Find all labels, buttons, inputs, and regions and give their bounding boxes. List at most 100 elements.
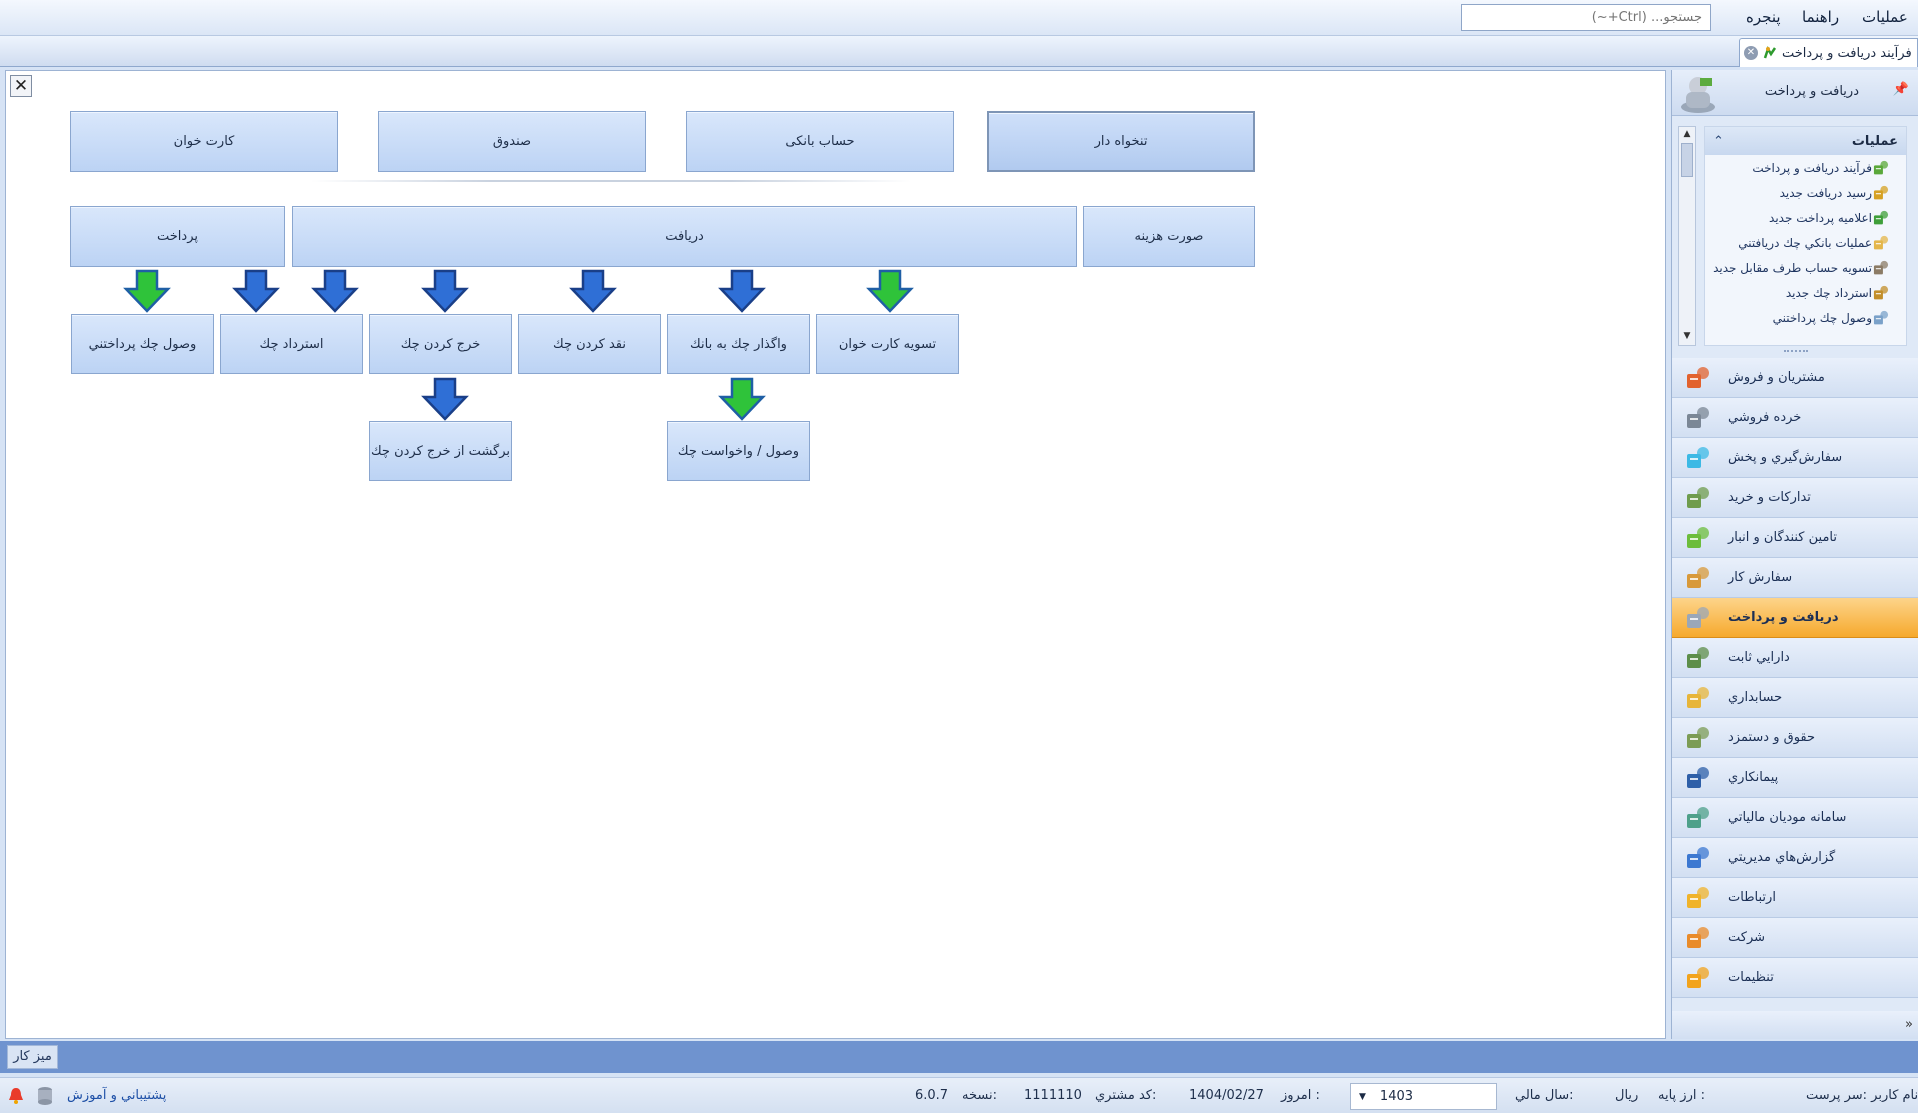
bank-account-button[interactable]: حساب بانکی <box>686 111 954 172</box>
bell-icon[interactable] <box>6 1086 26 1106</box>
nav-item-label: گزارش‌هاي مدیریتي <box>1728 850 1836 865</box>
today-value: 1404/02/27 <box>1189 1088 1264 1103</box>
settlement-icon <box>1873 260 1889 274</box>
nav-item[interactable]: دارایي ثابت <box>1672 638 1918 678</box>
search-input[interactable] <box>1461 4 1711 31</box>
menu-help[interactable]: راهنما <box>1802 8 1839 26</box>
operations-box: ⌃ عملیات فرآیند دریافت و پرداخت رسید دری… <box>1704 126 1907 346</box>
spend-return-cheque-button[interactable]: برگشت از خرج کردن چك <box>369 421 512 481</box>
scroll-down-icon[interactable]: ▼ <box>1681 331 1693 343</box>
cash-cheque-button[interactable]: نقد کردن چك <box>518 314 661 374</box>
operations-item-label: عملیات بانکي چك دریافتني <box>1738 235 1872 250</box>
nav-item[interactable]: سامانه مودیان مالیاتي <box>1672 798 1918 838</box>
cash-box-button[interactable]: صندوق <box>378 111 646 172</box>
nav-item[interactable]: پیمانکاري <box>1672 758 1918 798</box>
collapse-up-icon[interactable]: ⌃ <box>1713 134 1724 149</box>
dropdown-caret-icon[interactable]: ▼ <box>1359 1092 1366 1102</box>
process-canvas: ✕ تنخواه دار حساب بانکی صندوق کارت خوان … <box>5 70 1666 1039</box>
nav-item-label: سفارش کار <box>1728 570 1793 585</box>
desk-tab[interactable]: میز کار <box>7 1045 58 1069</box>
nav-item[interactable]: مشتریان و فروش <box>1672 358 1918 398</box>
return-cheque-button[interactable]: استرداد چك <box>220 314 363 374</box>
fiscal-year-value: 1403 <box>1379 1089 1414 1104</box>
collect-protest-cheque-button[interactable]: وصول / واخواست چك <box>667 421 810 481</box>
nav-item[interactable]: سفارش‌گیري و پخش <box>1672 438 1918 478</box>
down-arrow-blue-icon <box>421 377 469 421</box>
settings-icon <box>1687 967 1709 988</box>
tab-receive-pay-process[interactable]: ✕ فرآیند دریافت و پرداخت <box>1739 38 1918 67</box>
operations-item-label: فرآیند دریافت و پرداخت <box>1752 160 1872 175</box>
nav-item-label: سفارش‌گیري و پخش <box>1728 450 1843 465</box>
base-currency-label: ارز پایه : <box>1658 1088 1705 1103</box>
scroll-thumb[interactable] <box>1681 143 1693 177</box>
chevron-double-down-icon[interactable]: » <box>1905 1017 1913 1032</box>
nav-item[interactable]: ارتباطات <box>1672 878 1918 918</box>
menu-window[interactable]: پنجره <box>1746 8 1781 26</box>
nav-item-label: پیمانکاري <box>1728 770 1779 785</box>
module-list: مشتریان و فروش خرده فروشي سفارش‌گیري و پ… <box>1672 358 1918 998</box>
nav-item[interactable]: سفارش کار <box>1672 558 1918 598</box>
nav-item[interactable]: تدارکات و خرید <box>1672 478 1918 518</box>
receive-paid-cheque-button[interactable]: وصول چك پرداختني <box>71 314 214 374</box>
pin-icon[interactable]: 📌 <box>1893 82 1909 97</box>
card-reader-settle-button[interactable]: تسویه کارت خوان <box>816 314 959 374</box>
nav-item-label: دریافت و پرداخت <box>1728 610 1839 625</box>
panel-header: دریافت و پرداخت 📌 <box>1672 70 1918 116</box>
operations-item-label: استرداد چك جدید <box>1785 285 1872 300</box>
operations-item[interactable]: رسید دریافت جدید <box>1705 180 1906 205</box>
operations-item-label: اعلامیه پرداخت جدید <box>1769 210 1872 225</box>
splitter-grip[interactable] <box>1784 350 1808 354</box>
fiscal-year-select[interactable]: ▼ 1403 <box>1350 1083 1497 1110</box>
operations-item-label: تسویه حساب طرف مقابل جدید <box>1713 260 1872 275</box>
company-icon <box>1687 927 1709 948</box>
nav-item[interactable]: حقوق و دستمزد <box>1672 718 1918 758</box>
operations-item[interactable]: وصول چك پرداختني <box>1705 305 1906 330</box>
nav-item-label: سامانه مودیان مالیاتي <box>1728 810 1847 825</box>
receive-pay-icon <box>1687 607 1709 628</box>
deposit-cheque-button[interactable]: واگذار چك به بانك <box>667 314 810 374</box>
scroll-up-icon[interactable]: ▲ <box>1681 129 1693 141</box>
close-icon[interactable]: ✕ <box>10 75 32 97</box>
expense-statement-button[interactable]: صورت هزینه <box>1083 206 1255 267</box>
nav-item[interactable]: خرده فروشي <box>1672 398 1918 438</box>
operations-item[interactable]: استرداد چك جدید <box>1705 280 1906 305</box>
petty-cash-holder-button[interactable]: تنخواه دار <box>987 111 1255 172</box>
scrollbar[interactable]: ▲ ▼ <box>1678 126 1696 346</box>
support-training-link[interactable]: پشتيباني و آموزش <box>67 1088 166 1103</box>
database-icon[interactable] <box>36 1086 54 1106</box>
card-reader-button[interactable]: کارت خوان <box>70 111 338 172</box>
nav-item[interactable]: تامین کنندگان و انبار <box>1672 518 1918 558</box>
nav-item-label: تنظیمات <box>1728 970 1774 985</box>
operations-item[interactable]: اعلامیه پرداخت جدید <box>1705 205 1906 230</box>
down-arrow-blue-icon <box>421 269 469 313</box>
today-label: امروز : <box>1281 1088 1320 1103</box>
payment-notice-icon <box>1873 210 1889 224</box>
operations-item[interactable]: عملیات بانکي چك دریافتني <box>1705 230 1906 255</box>
nav-item[interactable]: تنظیمات <box>1672 958 1918 998</box>
menu-bar: عملیات راهنما پنجره <box>0 0 1918 36</box>
process-icon <box>1873 160 1889 174</box>
down-arrow-green-icon <box>866 269 914 313</box>
purchase-icon <box>1687 487 1709 508</box>
panel-title: دریافت و پرداخت <box>1764 84 1859 99</box>
desk-bar: میز کار <box>0 1041 1918 1073</box>
version-label: نسخه: <box>962 1088 997 1103</box>
nav-item[interactable]: دریافت و پرداخت <box>1672 598 1918 638</box>
nav-item[interactable]: شرکت <box>1672 918 1918 958</box>
spend-cheque-button[interactable]: خرج کردن چك <box>369 314 512 374</box>
pay-group-button[interactable]: پرداخت <box>70 206 285 267</box>
down-arrow-green-icon <box>718 377 766 421</box>
receive-group-button[interactable]: دریافت <box>292 206 1077 267</box>
menu-operations[interactable]: عملیات <box>1862 8 1908 26</box>
operations-header[interactable]: ⌃ عملیات <box>1705 127 1906 155</box>
down-arrow-blue-icon <box>718 269 766 313</box>
close-icon[interactable]: ✕ <box>1744 46 1758 60</box>
down-arrow-blue-icon <box>232 269 280 313</box>
nav-item[interactable]: حسابداري <box>1672 678 1918 718</box>
operations-item[interactable]: فرآیند دریافت و پرداخت <box>1705 155 1906 180</box>
doc-tab-label: فرآیند دریافت و پرداخت <box>1782 45 1912 61</box>
nav-item-label: ارتباطات <box>1728 890 1776 905</box>
cart-icon <box>1687 407 1709 428</box>
operations-item[interactable]: تسویه حساب طرف مقابل جدید <box>1705 255 1906 280</box>
nav-item[interactable]: گزارش‌هاي مدیریتي <box>1672 838 1918 878</box>
